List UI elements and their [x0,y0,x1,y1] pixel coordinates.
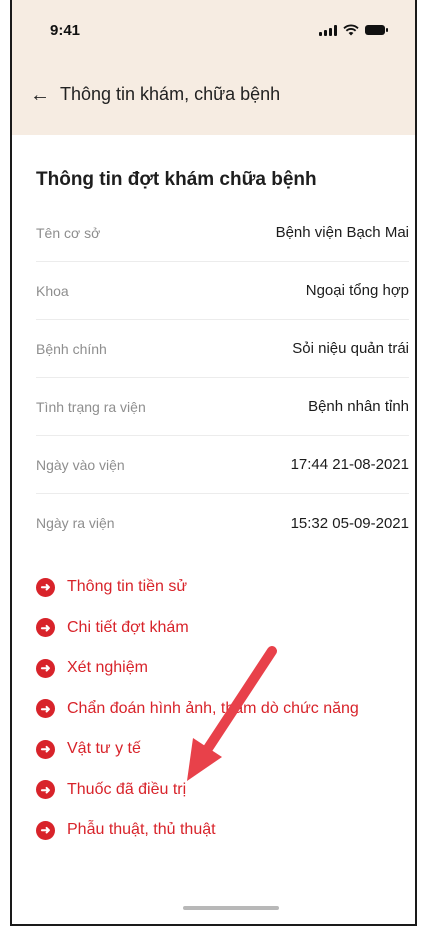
link-list: ➜ Thông tin tiền sử ➜ Chi tiết đợt khám … [36,567,415,851]
wifi-icon [343,24,359,36]
link-label: Vật tư y tế [67,740,141,758]
arrow-right-circle-icon: ➜ [36,699,55,719]
row-label: Khoa [36,282,69,299]
section-title: Thông tin đợt khám chữa bệnh [36,169,317,190]
link-label: Phẫu thuật, thủ thuật [67,821,216,839]
info-row-admission-date: Ngày vào viện 17:44 21-08-2021 [36,436,409,494]
link-visit-details[interactable]: ➜ Chi tiết đợt khám [36,608,415,649]
link-label: Thuốc đã điều trị [67,780,187,798]
row-value: 15:32 05-09-2021 [290,514,409,532]
row-label: Bệnh chính [36,340,107,357]
status-icons [319,24,388,36]
info-row-department: Khoa Ngoại tổng hợp [36,262,409,320]
link-lab-tests[interactable]: ➜ Xét nghiệm [36,648,415,689]
row-label: Tình trạng ra viện [36,398,146,415]
row-value: 17:44 21-08-2021 [290,456,409,473]
link-label: Xét nghiệm [67,659,148,677]
row-value: Bệnh nhân tỉnh [308,398,409,415]
info-row-discharge-status: Tình trạng ra viện Bệnh nhân tỉnh [36,378,409,436]
arrow-right-circle-icon: ➜ [36,780,55,800]
info-row-facility: Tên cơ sở Bệnh viện Bạch Mai [36,204,409,262]
row-value: Sỏi niệu quản trái [292,340,409,357]
link-medications[interactable]: ➜ Thuốc đã điều trị [36,770,415,811]
page-title: Thông tin khám, chữa bệnh [60,84,281,104]
row-label: Ngày vào viện [36,456,125,473]
phone-frame: 9:41 ← Thông tin khám, chữa bệnh Thông t… [10,0,417,926]
link-imaging[interactable]: ➜ Chẩn đoán hình ảnh, thăm dò chức năng [36,689,415,730]
link-label: Thông tin tiền sử [67,578,188,596]
link-label: Chẩn đoán hình ảnh, thăm dò chức năng [67,699,359,717]
header-bar: 9:41 ← Thông tin khám, chữa bệnh [12,0,415,135]
row-value: Bệnh viện Bạch Mai [275,224,409,241]
row-label: Ngày ra viện [36,515,115,531]
row-value: Ngoại tổng hợp [305,282,409,299]
arrow-right-circle-icon: ➜ [36,658,55,678]
arrow-right-circle-icon: ➜ [36,577,55,597]
arrow-right-circle-icon: ➜ [36,618,55,638]
info-row-discharge-date: Ngày ra viện 15:32 05-09-2021 [36,494,409,552]
arrow-left-icon[interactable]: ← [30,85,50,105]
link-medical-supplies[interactable]: ➜ Vật tư y tế [36,729,415,770]
info-row-main-disease: Bệnh chính Sỏi niệu quản trái [36,320,409,378]
signal-icon [319,24,337,36]
arrow-right-circle-icon: ➜ [36,820,55,840]
back-button[interactable]: ← Thông tin khám, chữa bệnh [30,84,280,105]
link-label: Chi tiết đợt khám [67,618,189,636]
content-area: Thông tin đợt khám chữa bệnh Tên cơ sở B… [12,135,415,924]
battery-icon [365,25,388,35]
home-indicator [183,906,279,910]
arrow-right-circle-icon: ➜ [36,739,55,759]
link-surgery-procedures[interactable]: ➜ Phẫu thuật, thủ thuật [36,810,415,851]
link-medical-history[interactable]: ➜ Thông tin tiền sử [36,567,415,608]
status-time: 9:41 [50,22,81,39]
row-label: Tên cơ sở [36,224,101,241]
